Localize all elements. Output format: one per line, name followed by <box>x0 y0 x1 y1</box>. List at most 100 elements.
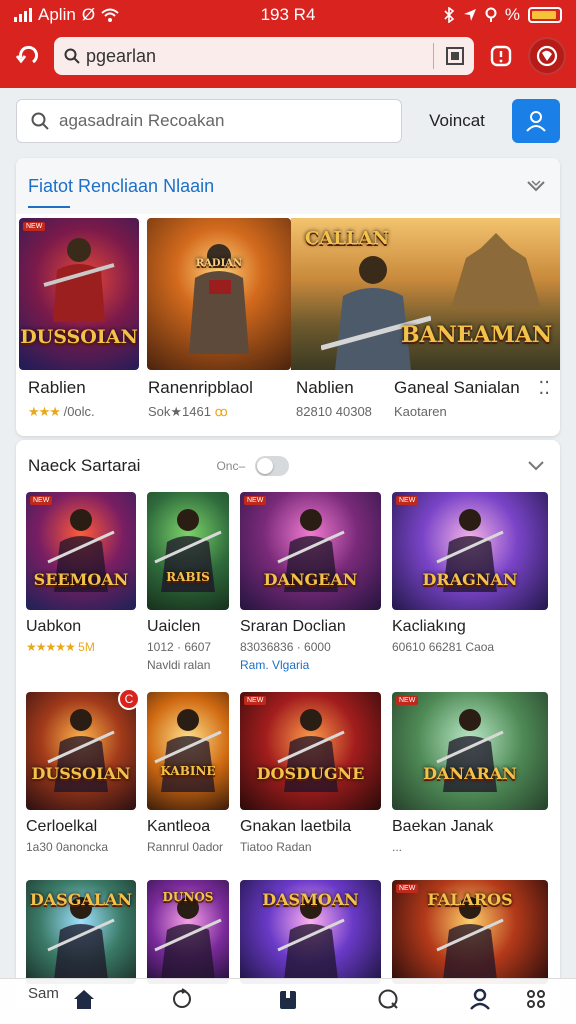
more-options-icon[interactable]: ⁚⁚ <box>539 378 550 399</box>
game-thumbnail[interactable]: NEW DANGEAN <box>240 492 381 610</box>
signal-icon <box>14 8 32 22</box>
view-toggle[interactable] <box>255 456 290 476</box>
tile-art-title: DASMOAN <box>262 890 359 909</box>
tile-logo-text: CALLAN <box>305 228 390 249</box>
tile-art-title: DUSSOIAN <box>20 326 138 348</box>
game-thumbnail[interactable]: RABIS <box>147 492 229 610</box>
game-name: Sraran Doclian <box>240 618 346 635</box>
tabs-icon[interactable] <box>446 47 464 65</box>
tile-art-title: SEEMOAN <box>33 570 129 589</box>
tile-art-title: KABINE <box>160 764 216 778</box>
game-thumbnail[interactable]: KABINE <box>147 692 229 810</box>
game-meta: 1012 · 6607 <box>147 640 212 654</box>
featured-item[interactable]: Ranenripblaol Sok★1461 ꝏ <box>148 378 253 420</box>
user-button[interactable] <box>512 99 560 143</box>
location-icon <box>463 9 476 21</box>
game-item[interactable]: NEW DANARAN Baekan Janak... <box>392 692 548 854</box>
character-art <box>154 709 222 792</box>
game-meta: 60610 66281 Caoa <box>392 640 495 654</box>
featured-title: Fiatot Rencliaan Nlaain <box>28 175 215 196</box>
settings-icon[interactable] <box>522 985 550 1013</box>
battery-icon <box>528 7 562 23</box>
game-item[interactable]: NEW FALAROS <box>392 880 548 984</box>
chevron-down-icon[interactable] <box>524 174 548 198</box>
featured-item[interactable]: Rablien ★★★ /0olc. <box>28 378 95 420</box>
featured-item[interactable]: Ganeal Sanialan Kaotaren <box>394 378 520 419</box>
profile-icon[interactable] <box>466 985 494 1013</box>
item-meta: /0olc. <box>63 404 95 419</box>
featured-tile[interactable]: CALLAN BANEAMAN <box>291 218 560 370</box>
game-name: Gnakan laetbila <box>240 818 352 835</box>
featured-tile[interactable]: RADIAN <box>147 218 291 370</box>
game-thumbnail[interactable]: DUNOS <box>147 880 229 984</box>
search-placeholder: agasadrain Recoakan <box>59 111 225 130</box>
game-name: Uaiclen <box>147 618 201 635</box>
rating-stars: ★★★ <box>28 404 61 419</box>
game-meta: 1a30 0anoncka <box>26 840 109 854</box>
game-thumbnail[interactable]: DASGALAN <box>26 880 136 984</box>
new-tag: NEW <box>30 496 53 505</box>
game-item[interactable]: DASMOAN <box>240 880 381 984</box>
game-thumbnail[interactable]: DASMOAN <box>240 880 381 984</box>
carrier-suffix: Ø <box>81 5 96 24</box>
account-icon[interactable] <box>528 37 566 75</box>
game-item[interactable]: KABINE Kantleoa Rannrul 0ador <box>147 692 229 854</box>
home-icon[interactable] <box>70 985 98 1013</box>
game-item[interactable]: NEW DANGEAN Sraran Doclian 83036836 · 6000 R… <box>240 492 381 672</box>
game-item[interactable]: DUSSOIAN C Cerloelkal 1a30 0anoncka <box>26 688 140 854</box>
game-thumbnail[interactable]: NEW SEEMOAN <box>26 492 136 610</box>
game-thumbnail[interactable]: NEW FALAROS <box>392 880 548 984</box>
item-extra: ꝏ <box>214 404 228 419</box>
nav-label: Sam <box>28 985 59 1002</box>
wifi-icon <box>101 8 119 22</box>
shield-alert-icon[interactable] <box>484 39 518 73</box>
url-text: pgearlan <box>86 45 157 66</box>
game-item[interactable]: NEW DRAGNAN Kacliakıng 60610 66281 Caoa <box>392 492 548 654</box>
top-bar: Aplin Ø 193 R4 % pgearlan <box>0 0 576 88</box>
game-thumbnail[interactable]: NEW DRAGNAN <box>392 492 548 610</box>
game-meta: ★★★★★ 5M <box>26 640 136 654</box>
user-icon <box>526 111 546 132</box>
item-meta: 82810 40308 <box>296 404 372 419</box>
game-item[interactable]: DUNOS <box>147 880 229 984</box>
game-thumbnail[interactable]: NEW DOSDUGNE <box>240 692 381 810</box>
refresh-icon[interactable] <box>168 985 196 1013</box>
search-icon <box>31 112 49 130</box>
game-meta: ... <box>392 840 403 854</box>
featured-item[interactable]: Nablien 82810 40308 <box>296 378 372 419</box>
featured-tile[interactable]: NEW DUSSOIAN <box>19 218 139 370</box>
game-item[interactable]: DASGALAN <box>26 880 136 984</box>
game-item[interactable]: NEW SEEMOAN Uabkon ★★★★★ 5M <box>26 492 136 654</box>
game-name: Cerloelkal <box>26 818 98 835</box>
alarm-icon <box>485 7 497 22</box>
game-meta: Rannrul 0ador <box>147 840 224 854</box>
games-grid: NEW SEEMOAN Uabkon ★★★★★ 5M RABIS Uaiclen 1012… <box>26 492 550 1010</box>
bluetooth-icon <box>444 7 455 23</box>
vote-link[interactable]: Voincat <box>414 111 500 131</box>
address-divider <box>433 43 434 69</box>
rating-stars: ★★★★★ <box>26 640 76 654</box>
game-item[interactable]: NEW DOSDUGNE Gnakan laetbila Tiatoo Radan <box>240 692 381 854</box>
game-item[interactable]: RABIS Uaiclen 1012 · 6607 Navldi ralan <box>147 492 229 672</box>
knight-art <box>321 256 431 370</box>
tile-art-title: DUNOS <box>162 890 214 904</box>
address-bar[interactable]: pgearlan <box>54 37 474 75</box>
game-name: Baekan Janak <box>392 818 494 835</box>
search-icon[interactable] <box>374 985 402 1013</box>
featured-header: Fiatot Rencliaan Nlaain <box>16 158 560 214</box>
featured-info-row: Rablien ★★★ /0olc. Ranenripblaol Sok★146… <box>28 378 550 426</box>
tile-art-title: DANARAN <box>423 764 517 783</box>
featured-strip: NEW DUSSOIAN RADIAN CALLAN BANEAMAN <box>19 218 560 370</box>
tile-art-title: DOSDUGNE <box>256 764 365 783</box>
game-meta-secondary: Navldi ralan <box>147 658 211 672</box>
chevron-down-icon[interactable] <box>524 454 548 478</box>
new-tag: NEW <box>396 496 419 505</box>
battery-percent: % <box>504 5 520 24</box>
bottom-nav: Sam <box>0 978 576 1024</box>
game-thumbnail[interactable]: NEW DANARAN <box>392 692 548 810</box>
back-arrow-icon[interactable] <box>10 39 44 73</box>
game-name: Uabkon <box>26 618 82 635</box>
search-input[interactable]: agasadrain Recoakan <box>16 99 402 143</box>
game-thumbnail[interactable]: DUSSOIAN <box>26 692 136 810</box>
library-icon[interactable] <box>274 985 302 1013</box>
